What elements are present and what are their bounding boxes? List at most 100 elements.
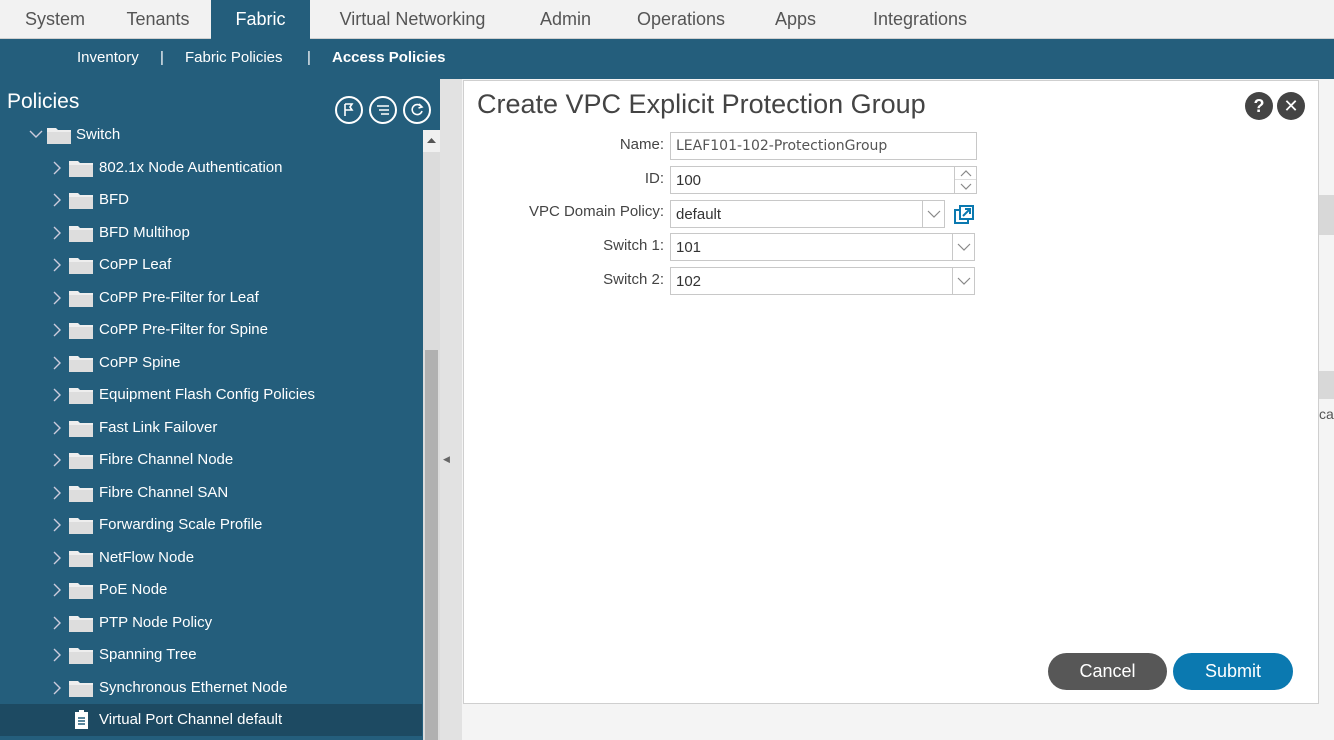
chevron-right-icon[interactable]	[52, 388, 62, 402]
tree-item-switch[interactable]: Switch	[0, 119, 422, 151]
folder-icon	[69, 518, 93, 534]
name-label: Name:	[619, 136, 664, 153]
scroll-thumb[interactable]	[425, 350, 438, 740]
cancel-button[interactable]: Cancel	[1048, 653, 1167, 690]
tree-item[interactable]: PoE Node	[0, 574, 422, 606]
tree-item[interactable]: Forwarding Scale Profile	[0, 509, 422, 541]
vpc-domain-policy-select[interactable]: default	[670, 200, 945, 228]
chevron-right-icon[interactable]	[52, 421, 62, 435]
chevron-right-icon[interactable]	[52, 258, 62, 272]
chevron-right-icon[interactable]	[52, 648, 62, 662]
sidebar-scrollbar[interactable]	[423, 130, 440, 740]
folder-icon	[47, 128, 71, 144]
chevron-right-icon[interactable]	[52, 161, 62, 175]
tab-integrations[interactable]: Integrations	[860, 0, 980, 39]
name-value: LEAF101-102-ProtectionGroup	[676, 138, 888, 154]
tree-label: 802.1x Node Authentication	[99, 158, 283, 176]
chevron-down-icon[interactable]	[955, 180, 976, 193]
tree-item[interactable]: PTP Node Policy	[0, 607, 422, 639]
background-cut-text: ca	[1319, 406, 1334, 422]
tree-label: CoPP Pre-Filter for Spine	[99, 321, 268, 338]
switch-1-value: 101	[676, 239, 702, 256]
tree-label: Synchronous Ethernet Node	[99, 678, 288, 696]
tree-item[interactable]: Spanning Tree	[0, 639, 422, 671]
subnav-access-policies[interactable]: Access Policies	[332, 49, 445, 66]
tree-item[interactable]: Fibre Channel Node	[0, 444, 422, 476]
switch-2-select[interactable]: 102	[670, 267, 975, 295]
tree-item[interactable]: CoPP Pre-Filter for Spine	[0, 314, 422, 346]
chevron-right-icon[interactable]	[52, 616, 62, 630]
open-external-icon[interactable]	[953, 204, 975, 226]
id-input[interactable]: 100	[670, 166, 977, 194]
tree-item[interactable]: BFD	[0, 184, 422, 216]
create-vpc-protection-group-dialog: Create VPC Explicit Protection Group ? ✕…	[463, 80, 1319, 704]
folder-icon	[69, 355, 93, 372]
pane-divider[interactable]: ◀	[440, 79, 462, 740]
id-value: 100	[676, 172, 702, 189]
subnav-fabric-policies[interactable]: Fabric Policies	[185, 49, 283, 66]
tree-item[interactable]: CoPP Pre-Filter for Leaf	[0, 282, 422, 314]
folder-icon	[69, 160, 93, 177]
switch-1-label: Switch 1:	[603, 237, 664, 254]
help-icon[interactable]: ?	[1245, 92, 1273, 120]
chevron-right-icon[interactable]	[52, 681, 62, 695]
subnav-separator: |	[307, 49, 311, 66]
chevron-right-icon[interactable]	[52, 518, 62, 532]
tree-item[interactable]: Synchronous Ethernet Node	[0, 672, 422, 704]
id-label: ID:	[644, 170, 664, 187]
close-icon[interactable]: ✕	[1277, 92, 1305, 120]
vpc-domain-policy-label: VPC Domain Policy:	[528, 203, 664, 220]
chevron-up-icon[interactable]	[955, 167, 976, 180]
folder-icon	[69, 485, 93, 502]
chevron-right-icon[interactable]	[52, 226, 62, 240]
name-input[interactable]: LEAF101-102-ProtectionGroup	[670, 132, 977, 160]
tree-item[interactable]: BFD Multihop	[0, 217, 422, 249]
tree-item[interactable]: CoPP Leaf	[0, 249, 422, 281]
tree-item-virtual-port-channel-default[interactable]: Virtual Port Channel default	[0, 704, 422, 736]
chevron-right-icon[interactable]	[52, 486, 62, 500]
chevron-right-icon[interactable]	[52, 291, 62, 305]
tree-item[interactable]: 802.1x Node Authentication	[0, 152, 422, 184]
chevron-down-icon[interactable]	[922, 201, 944, 227]
folder-icon	[69, 550, 93, 567]
chevron-right-icon[interactable]	[52, 193, 62, 207]
tree-label: CoPP Leaf	[99, 256, 172, 273]
tree-item[interactable]: NetFlow Node	[0, 542, 422, 574]
tree-label: NetFlow Node	[99, 548, 195, 566]
scroll-up-button[interactable]	[423, 130, 440, 152]
tree-item[interactable]: Equipment Flash Config Policies	[0, 379, 422, 411]
tab-apps[interactable]: Apps	[763, 0, 828, 39]
tab-operations[interactable]: Operations	[626, 0, 736, 39]
chevron-right-icon[interactable]	[52, 323, 62, 337]
folder-icon	[69, 583, 93, 599]
tree-label: CoPP Spine	[99, 353, 181, 371]
chevron-down-icon[interactable]	[29, 129, 43, 139]
chevron-down-icon[interactable]	[952, 234, 974, 260]
folder-icon	[69, 615, 93, 632]
tree-label: Equipment Flash Config Policies	[99, 386, 315, 403]
collapse-handle-icon[interactable]: ◀	[443, 454, 450, 465]
folder-icon	[69, 680, 93, 697]
tree-item[interactable]: Fast Link Failover	[0, 412, 422, 444]
chevron-right-icon[interactable]	[52, 551, 62, 565]
folder-icon	[69, 453, 93, 469]
submit-button[interactable]: Submit	[1173, 653, 1293, 690]
chevron-right-icon[interactable]	[52, 453, 62, 467]
subnav-separator: |	[160, 49, 164, 66]
switch-1-select[interactable]: 101	[670, 233, 975, 261]
folder-icon	[69, 388, 93, 404]
tab-admin[interactable]: Admin	[528, 0, 603, 39]
tab-tenants[interactable]: Tenants	[112, 0, 204, 39]
tab-virtual-networking[interactable]: Virtual Networking	[325, 0, 500, 39]
tree-item[interactable]: CoPP Spine	[0, 347, 422, 379]
chevron-right-icon[interactable]	[52, 356, 62, 370]
dialog-title: Create VPC Explicit Protection Group	[477, 89, 926, 119]
subnav-inventory[interactable]: Inventory	[77, 49, 139, 66]
chevron-right-icon[interactable]	[52, 583, 62, 597]
chevron-down-icon[interactable]	[952, 268, 974, 294]
id-stepper[interactable]	[954, 167, 976, 193]
sub-nav: Inventory | Fabric Policies | Access Pol…	[0, 39, 1334, 79]
tab-fabric[interactable]: Fabric	[211, 0, 310, 39]
tree-item[interactable]: Fibre Channel SAN	[0, 477, 422, 509]
tab-system[interactable]: System	[10, 0, 100, 39]
